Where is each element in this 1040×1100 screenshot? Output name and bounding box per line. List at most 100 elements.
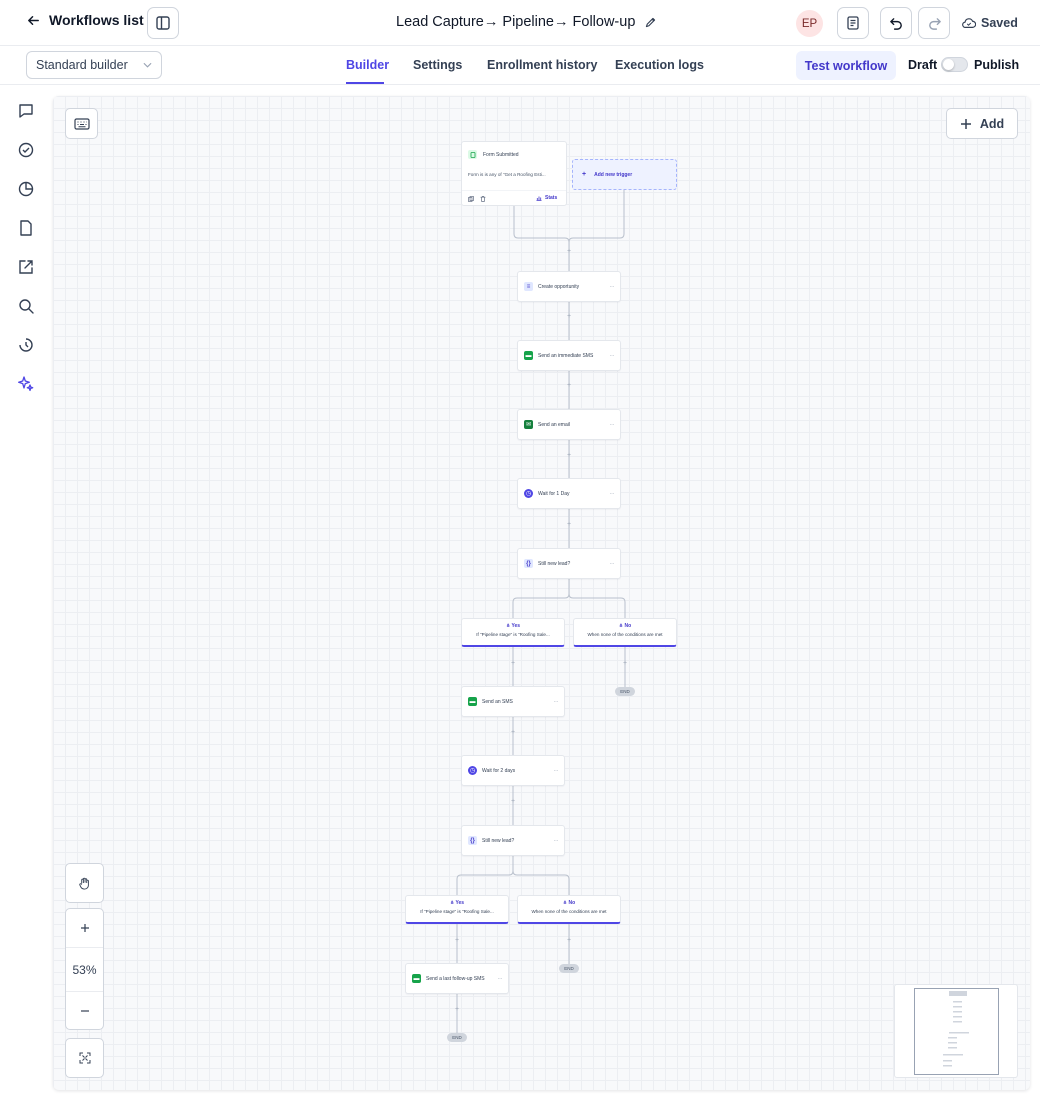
action-immediate-sms[interactable]: ▬ Send an immediate SMS ···	[517, 340, 621, 371]
notes-button[interactable]	[837, 7, 869, 39]
add-node-button[interactable]: Add	[946, 108, 1018, 139]
tab-settings[interactable]: Settings	[413, 58, 462, 72]
workflow-title-text: Lead Capture→ Pipeline→ Follow-up	[396, 14, 636, 30]
clock-icon: ◷	[468, 766, 477, 775]
pie-chart-icon[interactable]	[17, 180, 35, 198]
node-menu-icon[interactable]: ···	[610, 422, 615, 428]
test-workflow-button[interactable]: Test workflow	[796, 51, 896, 80]
node-menu-icon[interactable]: ···	[554, 838, 559, 844]
back-to-workflows-link[interactable]: Workflows list	[26, 12, 144, 28]
branch-description: If "Pipeline stage" is "Roofing Sale...	[420, 909, 494, 914]
zoom-out-button[interactable]	[66, 991, 103, 1029]
action-last-follow-up-sms[interactable]: ▬ Send a last follow-up SMS ···	[405, 963, 509, 994]
action-wait-1-day[interactable]: ◷ Wait for 1 Day ···	[517, 478, 621, 509]
pencil-edit-icon[interactable]	[644, 16, 657, 29]
node-menu-icon[interactable]: ···	[554, 699, 559, 705]
branch-no[interactable]: ⋔ No When none of the conditions are met	[517, 895, 621, 924]
add-step-plus[interactable]: +	[565, 382, 573, 390]
tab-builder[interactable]: Builder	[346, 58, 389, 72]
action-label: Send an email	[538, 421, 570, 428]
node-menu-icon[interactable]: ···	[610, 284, 615, 290]
undo-button[interactable]	[880, 7, 912, 39]
back-label: Workflows list	[49, 12, 144, 28]
hand-icon	[79, 877, 89, 890]
document-icon[interactable]	[17, 219, 35, 237]
add-step-plus[interactable]: +	[565, 521, 573, 529]
trigger-header: Form Submitted	[468, 150, 519, 159]
end-marker: END	[615, 687, 635, 696]
add-step-plus[interactable]: +	[509, 660, 517, 668]
add-step-plus[interactable]: +	[509, 729, 517, 737]
trigger-condition: Form is is any of "Get a Roofing Esti...	[468, 172, 546, 177]
fit-view-button[interactable]	[65, 1038, 104, 1078]
branch-no[interactable]: ⋔ No When none of the conditions are met	[573, 618, 677, 647]
end-marker: END	[447, 1033, 467, 1042]
node-menu-icon[interactable]: ···	[610, 561, 615, 567]
sidebar-toggle-button[interactable]	[147, 7, 179, 39]
action-send-sms[interactable]: ▬ Send an SMS ···	[461, 686, 565, 717]
plus-icon: +	[582, 171, 587, 178]
add-step-plus[interactable]: +	[565, 248, 573, 256]
branch-title-text: Yes	[511, 623, 521, 629]
search-icon[interactable]	[17, 297, 35, 315]
add-step-plus[interactable]: +	[565, 452, 573, 460]
trash-icon[interactable]	[480, 196, 486, 202]
check-circle-icon[interactable]	[17, 141, 35, 159]
sparkle-icon[interactable]	[17, 375, 35, 393]
condition-still-new-lead[interactable]: {} Still new lead? ···	[461, 825, 565, 856]
bar-chart-icon	[536, 196, 542, 201]
history-icon[interactable]	[17, 336, 35, 354]
tab-execution-logs[interactable]: Execution logs	[615, 58, 704, 72]
publish-toggle[interactable]	[941, 57, 968, 72]
branch-title-text: No	[568, 900, 576, 906]
action-label: Send a last follow-up SMS	[426, 975, 485, 982]
add-step-plus[interactable]: +	[621, 660, 629, 668]
add-step-plus[interactable]: +	[565, 937, 573, 945]
condition-braces-icon: {}	[468, 836, 477, 845]
external-link-icon[interactable]	[17, 258, 35, 276]
branch-yes[interactable]: ⋔ Yes If "Pipeline stage" is "Roofing Sa…	[405, 895, 509, 924]
redo-button[interactable]	[918, 7, 950, 39]
fit-view-row	[66, 1039, 103, 1077]
action-wait-2-days[interactable]: ◷ Wait for 2 days ···	[461, 755, 565, 786]
node-menu-icon[interactable]: ···	[554, 768, 559, 774]
add-new-trigger-button[interactable]: + Add new trigger	[572, 159, 677, 190]
add-step-plus[interactable]: +	[565, 313, 573, 321]
keyboard-shortcuts-button[interactable]	[65, 108, 98, 139]
save-status-text: Saved	[981, 16, 1018, 30]
trigger-footer: Stats	[462, 190, 566, 206]
plus-icon	[960, 118, 971, 129]
add-step-plus[interactable]: +	[453, 937, 461, 945]
trigger-form-submitted[interactable]: Form Submitted Form is is any of "Get a …	[461, 141, 567, 206]
sub-toolbar: Standard builder Builder Settings Enroll…	[0, 46, 1040, 85]
workflow-title[interactable]: Lead Capture→ Pipeline→ Follow-up	[396, 14, 657, 30]
zoom-in-button[interactable]	[66, 909, 103, 947]
builder-mode-select[interactable]: Standard builder	[26, 51, 162, 79]
tab-enrollment-history[interactable]: Enrollment history	[487, 58, 597, 72]
add-step-plus[interactable]: +	[453, 1006, 461, 1014]
workflow-canvas[interactable]: + + + + + + + + + + + + Add Form Submitt…	[53, 96, 1030, 1090]
sms-icon: ▬	[524, 351, 533, 360]
branch-title: ⋔ No	[574, 623, 676, 629]
user-avatar[interactable]: EP	[796, 10, 823, 37]
stats-link[interactable]: Stats	[536, 195, 557, 201]
add-node-label: Add	[979, 116, 1005, 131]
node-menu-icon[interactable]: ···	[610, 491, 615, 497]
branch-title: ⋔ Yes	[406, 900, 508, 906]
chat-icon[interactable]	[17, 102, 35, 120]
add-step-plus[interactable]: +	[509, 798, 517, 806]
top-bar: Workflows list Lead Capture→ Pipeline→ F…	[0, 0, 1040, 46]
branch-yes[interactable]: ⋔ Yes If "Pipeline stage" is "Roofing Sa…	[461, 618, 565, 647]
action-send-email[interactable]: ✉ Send an email ···	[517, 409, 621, 440]
copy-icon[interactable]	[468, 196, 474, 202]
node-menu-icon[interactable]: ···	[498, 976, 503, 982]
redo-icon	[928, 17, 941, 30]
pan-tool-button[interactable]	[65, 863, 104, 903]
action-label: Create opportunity	[538, 283, 580, 290]
minimap[interactable]	[894, 984, 1018, 1078]
branch-description: When none of the conditions are met	[531, 909, 607, 914]
node-menu-icon[interactable]: ···	[610, 353, 615, 359]
action-create-opportunity[interactable]: ≡ Create opportunity ···	[517, 271, 621, 302]
undo-icon	[889, 17, 902, 30]
condition-still-new-lead[interactable]: {} Still new lead? ···	[517, 548, 621, 579]
